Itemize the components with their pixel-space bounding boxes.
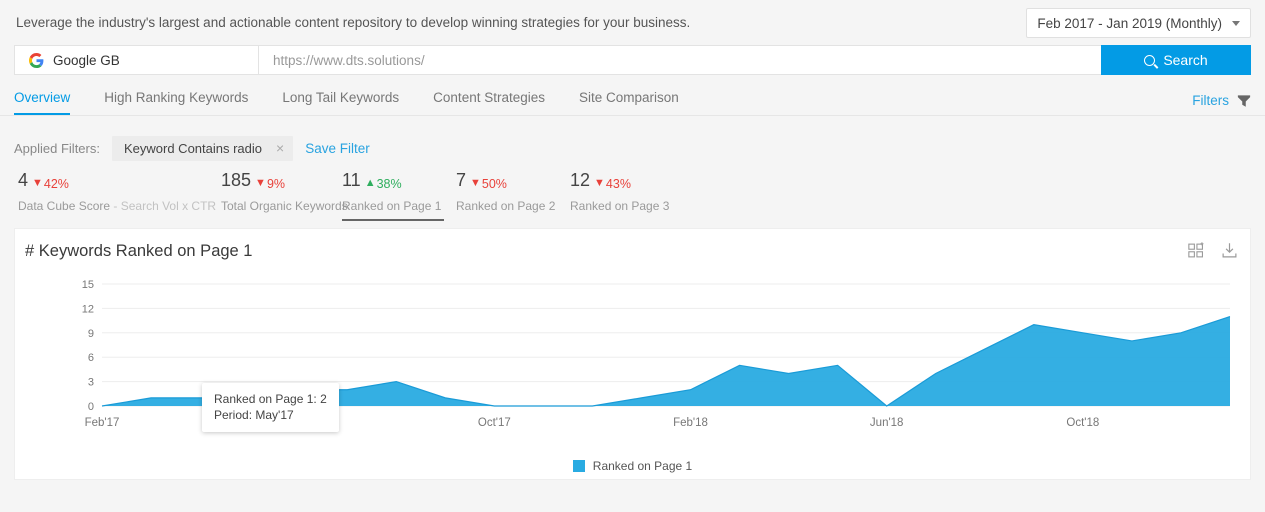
- chart-y-tick-labels: 0 3 6 9 12 15: [82, 279, 94, 413]
- metric-label: Ranked on Page 2: [456, 198, 556, 213]
- google-logo-icon: [29, 52, 44, 68]
- date-range-label: Feb 2017 - Jan 2019 (Monthly): [1037, 15, 1222, 31]
- metric-label-main: Data Cube Score: [18, 198, 111, 213]
- arrow-down-icon: ▼: [470, 177, 481, 189]
- chart-x-tick-labels: Feb'17 Jun'17 Oct'17 Feb'18 Jun'18 Oct'18: [85, 417, 1100, 429]
- metric-delta: ▼ 42%: [32, 174, 69, 194]
- svg-text:Jun'18: Jun'18: [870, 417, 904, 429]
- url-input[interactable]: [259, 46, 1101, 74]
- grid-view-icon[interactable]: [1188, 242, 1205, 259]
- metric-ranked-on-page-1[interactable]: 11 ▲ 38% Ranked on Page 1: [342, 170, 456, 221]
- metric-value: 11: [342, 170, 361, 190]
- chart-area-series: [102, 316, 1230, 406]
- svg-text:6: 6: [88, 352, 94, 364]
- metric-label-main: Ranked on Page 2: [456, 198, 556, 213]
- metric-value: 7: [456, 170, 467, 190]
- area-chart[interactable]: 0 3 6 9 12 15 Feb'17 Jun'17 Oct'17 Feb'18 Jun'18 O…: [15, 273, 1250, 481]
- metric-ranked-on-page-2[interactable]: 7 ▼ 50% Ranked on Page 2: [456, 170, 570, 221]
- metric-value: 4: [18, 170, 29, 190]
- arrow-down-icon: ▼: [594, 177, 605, 189]
- metric-value-group: 7 ▼ 50%: [456, 170, 552, 194]
- top-banner: Leverage the industry's largest and acti…: [0, 0, 1265, 45]
- metric-delta: ▼ 9%: [255, 174, 285, 194]
- svg-text:Oct'18: Oct'18: [1066, 417, 1099, 429]
- metric-delta: ▼ 50%: [470, 174, 507, 194]
- search-button-label: Search: [1163, 52, 1208, 68]
- metric-value: 185: [221, 170, 252, 190]
- metric-data-cube-score[interactable]: 4 ▼ 42% Data Cube Score - Search Vol x CT…: [14, 170, 221, 221]
- filters-button[interactable]: Filters: [1192, 93, 1251, 108]
- filters-label: Filters: [1192, 93, 1229, 108]
- funnel-icon: [1237, 94, 1251, 107]
- page-title: # Keywords Ranked on Page 1: [25, 241, 253, 260]
- metric-ranked-on-page-3[interactable]: 12 ▼ 43% Ranked on Page 3: [570, 170, 684, 221]
- tab-content-strategies[interactable]: Content Strategies: [433, 90, 545, 115]
- date-range-selector[interactable]: Feb 2017 - Jan 2019 (Monthly): [1026, 8, 1251, 38]
- metric-value-group: 12 ▼ 43%: [570, 170, 666, 194]
- tab-bar: Overview High Ranking Keywords Long Tail…: [0, 85, 1265, 116]
- close-icon[interactable]: ×: [276, 141, 284, 155]
- download-icon[interactable]: [1221, 242, 1238, 259]
- tab-high-ranking-keywords[interactable]: High Ranking Keywords: [104, 90, 248, 115]
- metric-label-main: Total Organic Keywords: [221, 198, 348, 213]
- legend-label: Ranked on Page 1: [592, 459, 693, 473]
- chevron-down-icon: [1232, 20, 1240, 26]
- svg-text:9: 9: [88, 328, 94, 340]
- legend-swatch: [572, 460, 585, 472]
- search-button[interactable]: Search: [1101, 45, 1251, 75]
- metric-label: Ranked on Page 3: [570, 198, 670, 213]
- search-engine-label: Google GB: [53, 52, 120, 68]
- chart-plot-area: 0 3 6 9 12 15 Feb'17 Jun'17 Oct'17 Feb'18 Jun'18 O…: [15, 273, 1250, 479]
- svg-text:15: 15: [82, 279, 94, 291]
- chart-legend[interactable]: Ranked on Page 1: [15, 459, 1250, 473]
- svg-text:3: 3: [88, 377, 94, 389]
- metrics-row: 4 ▼ 42% Data Cube Score - Search Vol x CT…: [0, 170, 1265, 221]
- metric-label-sub: - Search Vol x CTR: [110, 198, 217, 213]
- metric-total-organic-keywords[interactable]: 185 ▼ 9% Total Organic Keywords: [221, 170, 348, 221]
- applied-filters-bar: Applied Filters: Keyword Contains radio …: [0, 126, 1265, 170]
- metric-delta-value: 42%: [43, 176, 69, 191]
- metric-delta-value: 43%: [605, 176, 631, 191]
- tab-site-comparison[interactable]: Site Comparison: [579, 90, 679, 115]
- metric-delta-value: 50%: [481, 176, 507, 191]
- metric-value-group: 11 ▲ 38%: [342, 170, 438, 194]
- tab-overview[interactable]: Overview: [14, 90, 71, 115]
- svg-text:Feb'17: Feb'17: [85, 417, 120, 429]
- save-filter-button[interactable]: Save Filter: [305, 141, 370, 156]
- applied-filters-label: Applied Filters:: [14, 140, 100, 156]
- svg-text:Oct'17: Oct'17: [478, 417, 511, 429]
- svg-text:Feb'18: Feb'18: [673, 417, 708, 429]
- metric-label: Data Cube Score - Search Vol x CTR: [18, 198, 216, 213]
- metric-value-group: 4 ▼ 42%: [18, 170, 203, 194]
- arrow-up-icon: ▲: [364, 177, 376, 189]
- search-engine-selector[interactable]: Google GB: [15, 46, 259, 74]
- filter-chip: Keyword Contains radio ×: [111, 135, 294, 161]
- metric-delta: ▼ 43%: [594, 174, 631, 194]
- chart-card-actions: [1188, 242, 1238, 259]
- search-icon: [1144, 54, 1156, 66]
- svg-text:Jun'17: Jun'17: [281, 417, 315, 429]
- search-bar: Google GB Search: [14, 45, 1251, 75]
- tagline-text: Leverage the industry's largest and acti…: [16, 15, 691, 30]
- svg-text:0: 0: [88, 401, 94, 413]
- metric-label-main: Ranked on Page 1: [342, 198, 442, 213]
- chart-card-header: # Keywords Ranked on Page 1: [15, 229, 1250, 273]
- metric-delta: ▲ 38%: [365, 174, 402, 194]
- metric-value-group: 185 ▼ 9%: [221, 170, 324, 194]
- tab-long-tail-keywords[interactable]: Long Tail Keywords: [282, 90, 399, 115]
- metric-delta-value: 38%: [376, 176, 402, 191]
- arrow-down-icon: ▼: [32, 177, 43, 189]
- svg-text:12: 12: [82, 303, 94, 315]
- metric-value: 12: [570, 170, 591, 190]
- metric-delta-value: 9%: [266, 176, 286, 191]
- arrow-down-icon: ▼: [255, 177, 266, 189]
- metric-label: Total Organic Keywords: [221, 199, 348, 213]
- metric-label-main: Ranked on Page 3: [570, 198, 670, 213]
- metric-label: Ranked on Page 1: [342, 198, 442, 213]
- chart-card: # Keywords Ranked on Page 1 0 3 6 9 12 15 Feb…: [14, 228, 1251, 480]
- filter-chip-label: Keyword Contains radio: [123, 140, 263, 156]
